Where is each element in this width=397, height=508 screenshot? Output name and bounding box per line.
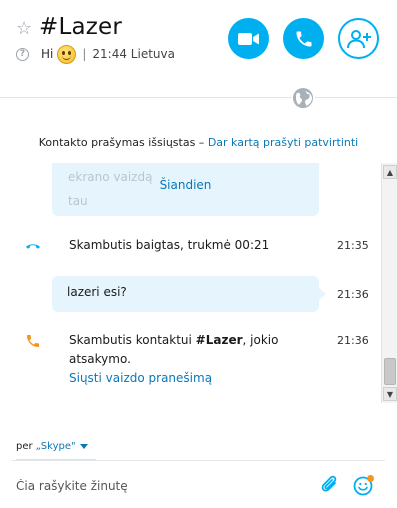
globe-icon[interactable]: [291, 86, 315, 110]
call-unanswered-text: Skambutis kontaktui #Lazer, jokio atsaky…: [69, 331, 278, 388]
date-separator: Šiandien: [159, 178, 212, 192]
scroll-down-arrow-icon[interactable]: ▼: [383, 387, 397, 401]
phone-hangup-icon: [26, 244, 40, 249]
compose-divider: [12, 460, 385, 461]
chevron-down-icon[interactable]: [79, 444, 88, 449]
call-text-prefix: Skambutis kontaktui: [69, 333, 196, 347]
separator: |: [82, 47, 87, 61]
chat-history[interactable]: ekrano vaizdą tau Šiandien Skambutis bai…: [0, 163, 381, 403]
chat-scrollbar[interactable]: ▲ ▼: [381, 163, 397, 403]
previous-message-line2: tau: [68, 194, 88, 208]
scroll-thumb[interactable]: [384, 358, 396, 385]
contact-name[interactable]: #Lazer: [39, 14, 122, 40]
phone-icon: [296, 31, 311, 46]
question-icon[interactable]: ?: [16, 47, 29, 61]
paperclip-icon[interactable]: [320, 474, 340, 496]
call-contact-name: #Lazer: [195, 333, 243, 347]
local-time: 21:44 Lietuva: [92, 47, 175, 61]
call-text-line2: atsakymo.: [69, 352, 131, 366]
conversation-header: ☆ #Lazer ? Hi | 21:44 Lietuva: [0, 0, 397, 98]
message-input[interactable]: [16, 476, 306, 496]
status-row: ? Hi | 21:44 Lietuva: [16, 43, 175, 65]
video-camera-icon: [237, 32, 259, 45]
send-video-message-link[interactable]: Siųsti vaizdo pranešimą: [69, 369, 278, 388]
video-call-button[interactable]: [228, 18, 269, 59]
emoticon-icon[interactable]: [353, 474, 375, 496]
message-time: 21:36: [337, 334, 369, 347]
scroll-up-arrow-icon[interactable]: ▲: [383, 165, 397, 179]
audio-call-button[interactable]: [283, 18, 324, 59]
header-divider: [0, 97, 397, 98]
phone-outgoing-icon: [27, 335, 39, 347]
message-bubble[interactable]: lazeri esi?: [52, 276, 326, 312]
message-text: lazeri esi?: [67, 285, 127, 299]
call-text-suffix: , jokio: [242, 333, 279, 347]
message-time: 21:35: [337, 239, 369, 252]
contact-request-note: Kontakto prašymas išsiųstas – Dar kartą …: [0, 136, 397, 149]
via-label: per: [16, 441, 33, 452]
mood-message: Hi: [41, 47, 54, 61]
via-service[interactable]: „Skype": [36, 441, 76, 452]
add-people-button[interactable]: [338, 18, 379, 59]
resend-request-link[interactable]: Dar kartą prašyti patvirtinti: [208, 136, 358, 149]
request-note-text: Kontakto prašymas išsiųstas –: [38, 136, 208, 149]
message-time: 21:36: [337, 288, 369, 301]
star-outline-icon[interactable]: ☆: [16, 20, 34, 38]
send-via-selector[interactable]: per „Skype": [16, 441, 88, 452]
add-person-icon: [346, 29, 371, 48]
smiley-icon: [57, 44, 77, 64]
call-ended-text: Skambutis baigtas, trukmė 00:21: [69, 238, 270, 252]
